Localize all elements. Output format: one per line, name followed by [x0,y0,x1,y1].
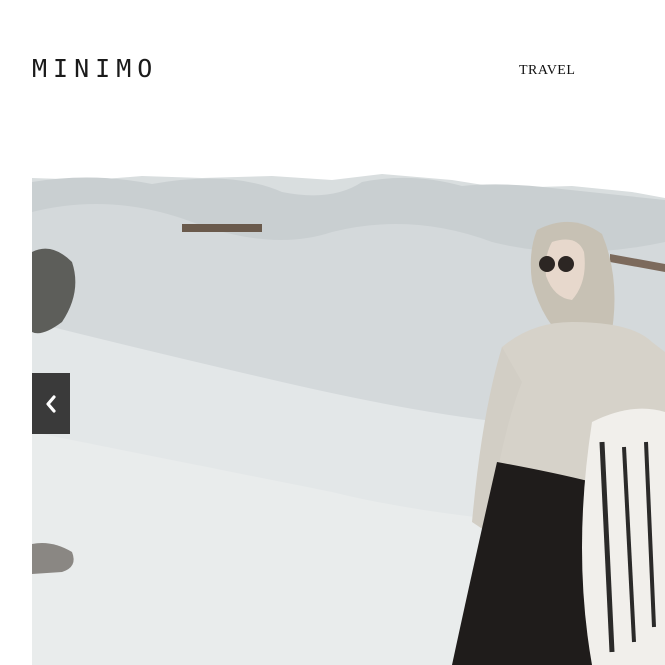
chevron-left-icon [46,394,56,413]
site-logo[interactable]: MINIMO [32,56,158,81]
slider-prev-button[interactable] [32,373,70,434]
hero-photo [32,172,665,665]
hero-slider-image [32,172,665,665]
nav-link-travel[interactable]: TRAVEL [519,64,575,78]
